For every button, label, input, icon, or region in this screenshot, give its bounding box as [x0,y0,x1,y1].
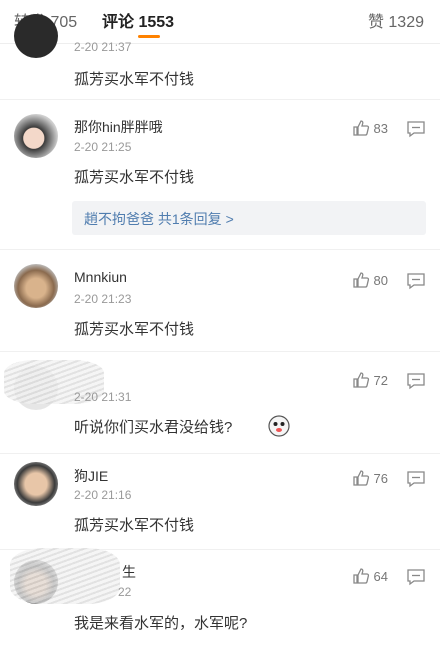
comment-text: 我是来看水军的，水军呢? [74,615,248,632]
avatar[interactable] [14,14,58,58]
comment-bubble-icon[interactable] [406,470,426,488]
avatar[interactable] [14,462,58,506]
comment-tab-bar: 转发 705 评论 1553 赞 1329 [0,0,440,44]
comment-bubble-icon[interactable] [406,272,426,290]
like-button[interactable]: 83 [352,118,388,138]
comment-time: 2-20 21:16 [74,488,132,502]
thumbs-up-icon [352,120,369,136]
comment-author[interactable]: 那你hin胖胖哦 [74,117,163,137]
comment-author[interactable]: Mnnkiun [74,269,127,285]
comment-item: 狗JIE 2-20 21:16 76 孤芳买水军不付钱 [0,454,440,550]
comment-time: 2-20 21:23 [74,292,132,306]
like-button[interactable]: 72 [352,370,388,390]
redaction-scribble [10,548,120,604]
avatar[interactable] [14,264,58,308]
thumbs-up-icon [352,568,369,584]
like-count: 83 [373,120,388,136]
tab-comment[interactable]: 评论 1553 [102,8,174,32]
comment-author[interactable]: 狗JIE [74,466,108,486]
comment-time: 2-20 21:37 [74,40,132,54]
like-count: 64 [373,568,388,584]
thumbs-up-icon [352,470,369,486]
sub-reply-author[interactable]: 趙不拘爸爸 [84,211,154,227]
comment-time: 2-20 21:25 [74,140,132,154]
comment-item: 生 22 64 我是来看水军的，水军呢? [0,548,440,651]
avatar[interactable] [14,114,58,158]
tab-like[interactable]: 赞 1329 [368,8,424,32]
comment-text: 孤芳买水军不付钱 [74,517,195,534]
comment-bubble-icon[interactable] [406,372,426,390]
comment-item: Mnnkiun 2-20 21:23 80 孤芳买水军不付钱 [0,250,440,352]
comment-item: 2-20 21:37 孤芳买水军不付钱 [0,14,440,100]
comment-text: 孤芳买水军不付钱 [74,169,195,186]
thumbs-up-icon [352,272,369,288]
like-button[interactable]: 64 [352,566,388,586]
emoji-icon [268,415,290,437]
sub-reply-count[interactable]: 共1条回复 > [158,211,234,227]
sub-reply-box[interactable]: 趙不拘爸爸 共1条回复 > [72,201,426,235]
comment-item: 2-20 21:31 72 听说你们买水君没给钱? [0,352,440,454]
comment-text: 孤芳买水军不付钱 [74,321,195,338]
comment-text: 听说你们买水君没给钱? [74,419,233,436]
like-count: 80 [373,272,388,288]
comment-text: 孤芳买水军不付钱 [74,71,195,88]
comment-bubble-icon[interactable] [406,568,426,586]
comment-time: 22 [118,585,132,599]
comment-item: 那你hin胖胖哦 2-20 21:25 83 孤芳买水军不付钱 趙不拘爸爸 共1… [0,100,440,250]
active-tab-indicator [138,35,160,38]
like-button[interactable]: 80 [352,270,388,290]
like-count: 72 [373,372,388,388]
like-button[interactable]: 76 [352,468,388,488]
comment-author[interactable]: 生 [122,562,136,582]
thumbs-up-icon [352,372,369,388]
comment-time: 2-20 21:31 [74,390,132,404]
comment-bubble-icon[interactable] [406,120,426,138]
like-count: 76 [373,470,388,486]
